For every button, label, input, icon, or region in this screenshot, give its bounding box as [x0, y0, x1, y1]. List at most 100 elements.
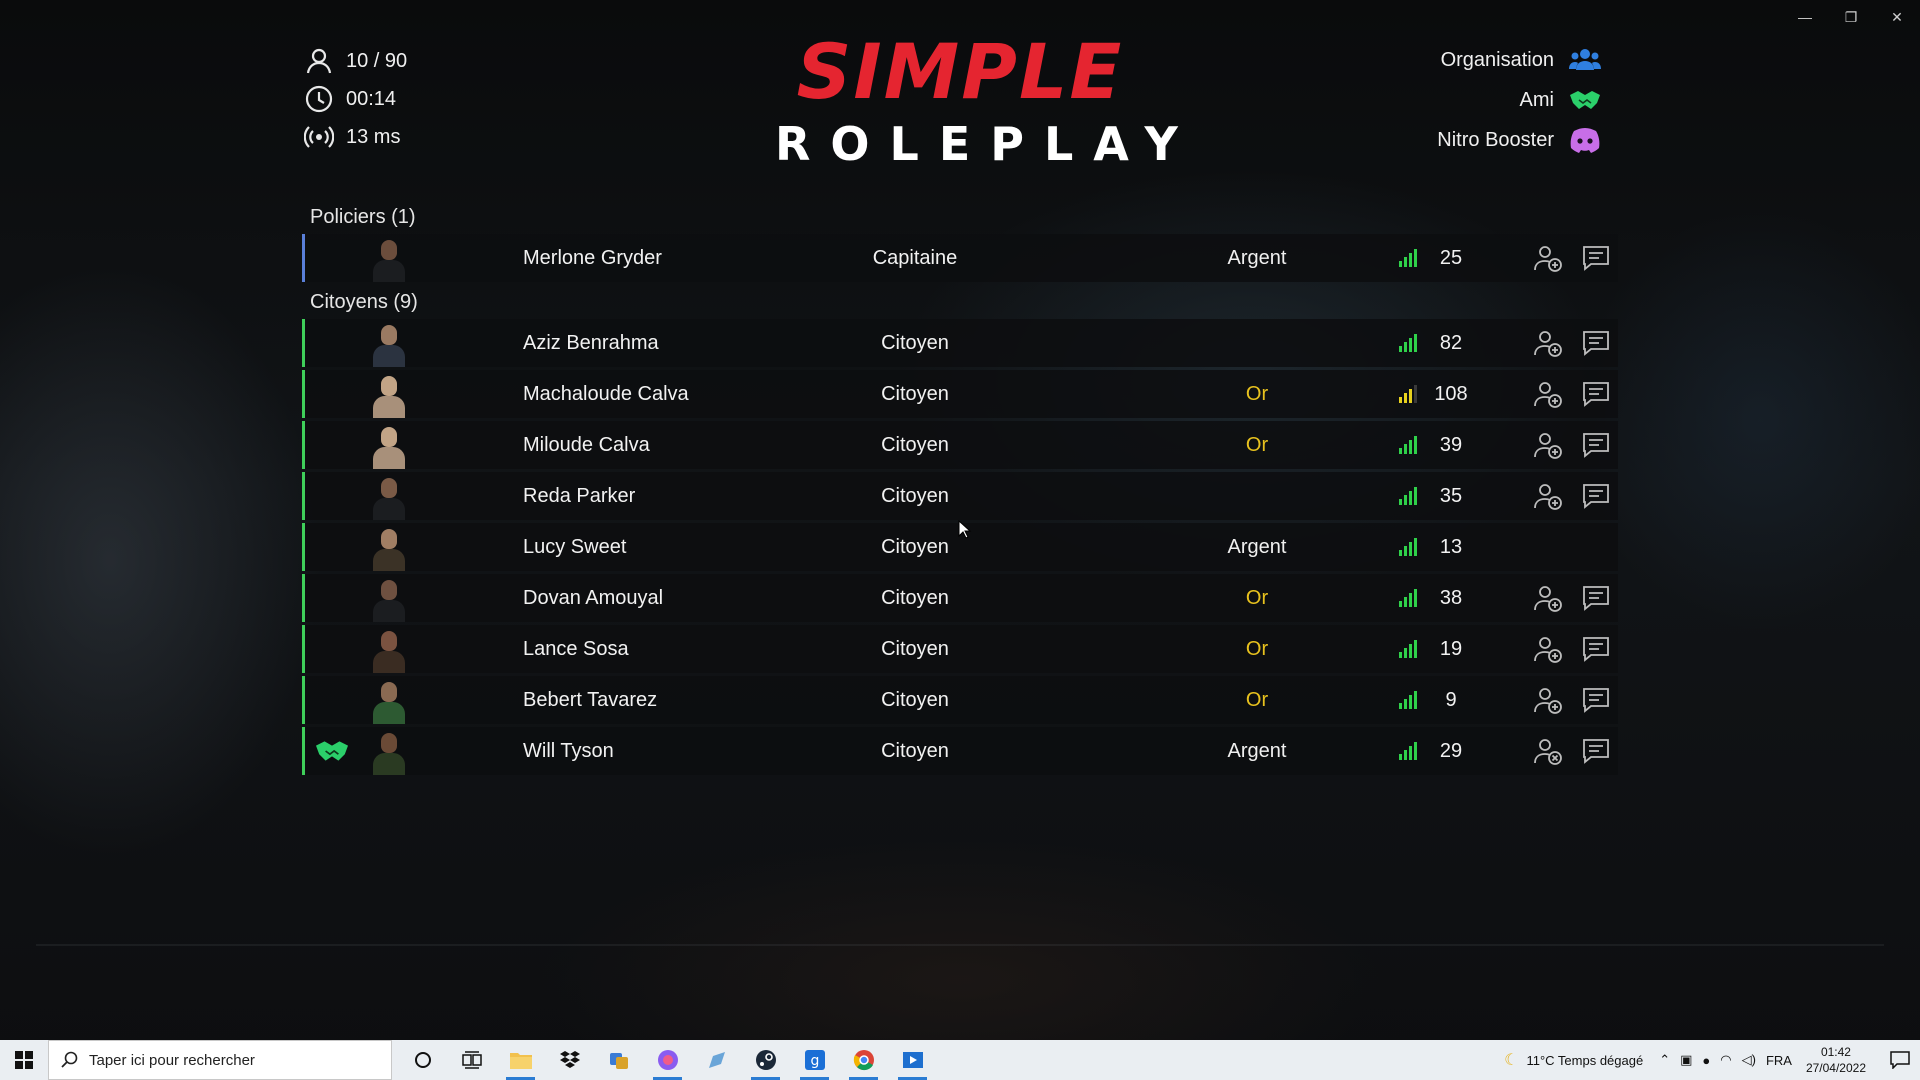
- messenger-icon: [657, 1050, 678, 1070]
- player-name: Machaloude Calva: [523, 382, 689, 405]
- logo-text-top: SIMPLE: [796, 27, 1124, 116]
- server-logo: SIMPLE ROLEPLAY: [775, 27, 1198, 172]
- message-icon[interactable]: [1581, 635, 1611, 663]
- add-friend-icon[interactable]: [1533, 686, 1563, 714]
- signal-strength-icon: [1399, 487, 1417, 505]
- task-view-button[interactable]: [447, 1040, 496, 1080]
- player-row[interactable]: Aziz Benrahma Citoyen 82: [302, 319, 1618, 367]
- player-row[interactable]: Will Tyson Citoyen Argent 29: [302, 727, 1618, 775]
- player-ping: 39: [1439, 433, 1463, 456]
- signal-strength-icon: [1399, 436, 1417, 454]
- taskbar: Taper ici pour rechercher g ☾ 11°C Temps…: [0, 1040, 1920, 1080]
- player-count: 10 / 90: [304, 42, 407, 80]
- player-name: Merlone Gryder: [523, 246, 662, 269]
- restore-button[interactable]: ❐: [1828, 4, 1874, 30]
- player-ping: 29: [1439, 739, 1463, 762]
- microphone-icon[interactable]: ●: [1702, 1053, 1710, 1068]
- tray-icons: ⌃ ▣ ● ◠ ◁) FRA: [1659, 1052, 1792, 1068]
- background-progress-line: [36, 944, 1884, 946]
- minimize-button[interactable]: —: [1782, 4, 1828, 30]
- add-friend-icon[interactable]: [1533, 584, 1563, 612]
- taskbar-search-input[interactable]: Taper ici pour rechercher: [48, 1040, 392, 1080]
- clock[interactable]: 01:42 27/04/2022: [1806, 1044, 1866, 1076]
- notification-button[interactable]: [1880, 1051, 1920, 1069]
- uptime-text: 00:14: [346, 87, 397, 110]
- signal-strength-icon: [1399, 691, 1417, 709]
- message-icon[interactable]: [1581, 431, 1611, 459]
- app-button[interactable]: [594, 1040, 643, 1080]
- add-friend-icon[interactable]: [1533, 431, 1563, 459]
- player-rank: Or: [1245, 382, 1269, 405]
- player-row[interactable]: Reda Parker Citoyen 35: [302, 472, 1618, 520]
- avatar: [367, 627, 411, 673]
- file-explorer-button[interactable]: [496, 1040, 545, 1080]
- add-friend-icon[interactable]: [1533, 482, 1563, 510]
- notification-icon: [1890, 1051, 1910, 1069]
- section-title-policiers: Policiers (1): [310, 206, 416, 228]
- avatar: [367, 372, 411, 418]
- add-friend-icon[interactable]: [1533, 244, 1563, 272]
- messenger-button[interactable]: [643, 1040, 692, 1080]
- player-row[interactable]: Machaloude Calva Citoyen Or 108: [302, 370, 1618, 418]
- add-friend-icon[interactable]: [1533, 380, 1563, 408]
- player-name: Aziz Benrahma: [523, 331, 659, 354]
- logo-text-bottom: ROLEPLAY: [775, 117, 1198, 171]
- taskbar-apps: g: [398, 1040, 937, 1080]
- broadcast-icon: [304, 126, 334, 148]
- weather-widget[interactable]: ☾ 11°C Temps dégagé: [1504, 1050, 1643, 1070]
- player-rank: Or: [1245, 433, 1269, 456]
- player-count-text: 10 / 90: [346, 49, 408, 72]
- scoreboard: Policiers (1) Merlone Gryder Capitaine A…: [302, 200, 1618, 778]
- message-icon[interactable]: [1581, 584, 1611, 612]
- avatar: [367, 474, 411, 520]
- weather-text: 11°C Temps dégagé: [1526, 1052, 1644, 1068]
- avatar: [367, 321, 411, 367]
- player-row[interactable]: Bebert Tavarez Citoyen Or 9: [302, 676, 1618, 724]
- add-friend-icon[interactable]: [1533, 329, 1563, 357]
- chrome-button[interactable]: [839, 1040, 888, 1080]
- gmod-button[interactable]: g: [790, 1040, 839, 1080]
- message-icon[interactable]: [1581, 737, 1611, 765]
- webcam-icon[interactable]: ▣: [1680, 1052, 1692, 1068]
- player-row[interactable]: Lance Sosa Citoyen Or 19: [302, 625, 1618, 673]
- volume-icon[interactable]: ◁): [1742, 1052, 1756, 1068]
- svg-text:g: g: [810, 1053, 819, 1069]
- message-icon[interactable]: [1581, 482, 1611, 510]
- avatar: [367, 576, 411, 622]
- player-row[interactable]: Miloude Calva Citoyen Or 39: [302, 421, 1618, 469]
- user-icon: [306, 48, 332, 74]
- network-icon[interactable]: ◠: [1720, 1052, 1731, 1068]
- language-indicator[interactable]: FRA: [1766, 1053, 1792, 1068]
- message-icon[interactable]: [1581, 329, 1611, 357]
- media-player-button[interactable]: [888, 1040, 937, 1080]
- handshake-icon: [1570, 91, 1600, 109]
- chevron-up-icon[interactable]: ⌃: [1659, 1052, 1670, 1068]
- player-job: Citoyen: [881, 433, 949, 456]
- cortana-icon: [414, 1052, 431, 1068]
- media-player-icon: [902, 1052, 923, 1068]
- start-button[interactable]: [0, 1040, 48, 1080]
- player-job: Citoyen: [881, 382, 949, 405]
- signal-strength-icon: [1399, 589, 1417, 607]
- signal-strength-icon: [1399, 742, 1417, 760]
- add-friend-icon[interactable]: [1533, 635, 1563, 663]
- steam-button[interactable]: [741, 1040, 790, 1080]
- message-icon[interactable]: [1581, 686, 1611, 714]
- player-job: Citoyen: [881, 484, 949, 507]
- message-icon[interactable]: [1581, 244, 1611, 272]
- player-ping: 25: [1439, 246, 1463, 269]
- dropbox-button[interactable]: [545, 1040, 594, 1080]
- message-icon[interactable]: [1581, 380, 1611, 408]
- player-rank: Or: [1245, 586, 1269, 609]
- close-button[interactable]: ✕: [1874, 4, 1920, 30]
- player-name: Miloude Calva: [523, 433, 650, 456]
- player-row[interactable]: Merlone Gryder Capitaine Argent 25: [302, 234, 1618, 282]
- player-row[interactable]: Dovan Amouyal Citoyen Or 38: [302, 574, 1618, 622]
- player-job: Citoyen: [881, 586, 949, 609]
- remove-friend-icon[interactable]: [1533, 737, 1563, 765]
- signal-strength-icon: [1399, 249, 1417, 267]
- pin-app-button[interactable]: [692, 1040, 741, 1080]
- cortana-button[interactable]: [398, 1040, 447, 1080]
- avatar: [367, 678, 411, 724]
- mouse-cursor-icon: [958, 520, 972, 539]
